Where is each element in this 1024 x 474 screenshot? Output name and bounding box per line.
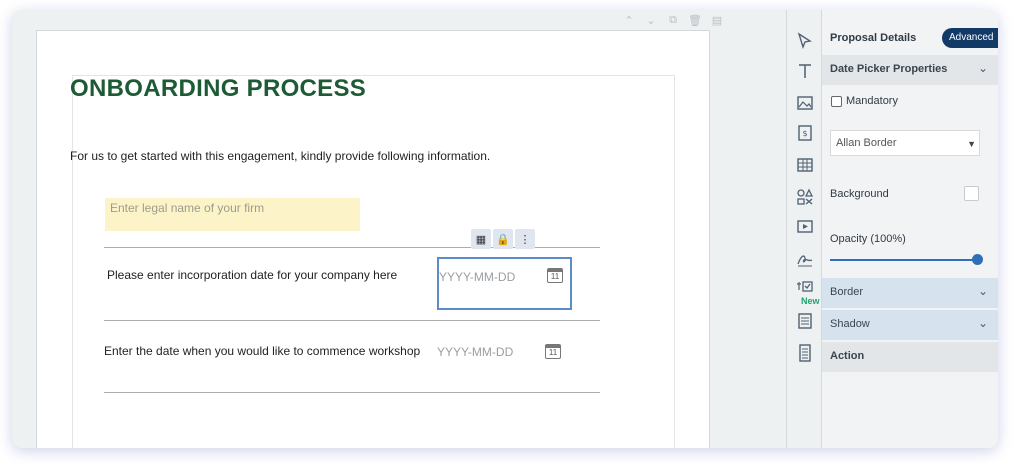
svg-text:$: $	[802, 129, 807, 138]
opacity-slider[interactable]	[830, 259, 980, 261]
commence-date-label: Enter the date when you would like to co…	[104, 344, 421, 358]
element-mini-toolbar: ▦ 🔒 ⋮	[471, 229, 535, 249]
lock-icon[interactable]: 🔒	[493, 229, 513, 249]
delete-icon[interactable]: 🗑	[688, 14, 702, 27]
divider	[104, 320, 600, 321]
shadow-section[interactable]: Shadow ⌄	[822, 310, 998, 340]
section-label: Border	[830, 286, 864, 298]
panel-header: Proposal Details Advanced	[822, 24, 998, 52]
border-style-select[interactable]: Allan Border ▼	[830, 130, 980, 156]
file-icon[interactable]: ▤	[710, 14, 724, 27]
text-icon[interactable]	[796, 62, 814, 80]
commence-date-picker[interactable]: YYYY-MM-DD	[437, 345, 513, 359]
incorporation-date-label: Please enter incorporation date for your…	[107, 268, 398, 282]
calendar-icon[interactable]: 11	[547, 268, 563, 283]
more-options-icon[interactable]: ⋮	[515, 229, 535, 249]
firm-name-input[interactable]: Enter legal name of your firm	[105, 198, 360, 231]
opacity-slider-handle[interactable]	[972, 254, 983, 265]
pricing-icon[interactable]: $	[796, 124, 814, 142]
fields-icon[interactable]	[796, 312, 814, 330]
advanced-button[interactable]: Advanced	[942, 28, 998, 48]
properties-panel: Proposal Details Advanced Date Picker Pr…	[822, 10, 998, 448]
calendar-icon[interactable]: 11	[545, 344, 561, 359]
chevron-down-icon[interactable]: ⌄	[978, 61, 988, 75]
table-icon[interactable]	[796, 156, 814, 174]
caret-down-icon: ▼	[967, 139, 976, 149]
intro-text: For us to get started with this engageme…	[70, 149, 491, 163]
video-icon[interactable]	[796, 218, 814, 236]
mandatory-checkbox[interactable]	[831, 95, 842, 107]
chevron-down-icon[interactable]: ⌄	[978, 284, 988, 298]
move-down-icon[interactable]: ⌄	[644, 14, 658, 27]
date-picker-properties-section[interactable]: Date Picker Properties ⌄	[822, 55, 998, 85]
mandatory-label: Mandatory	[846, 95, 898, 107]
background-label: Background	[830, 188, 889, 200]
page-title: ONBOARDING PROCESS	[70, 75, 367, 102]
section-label: Shadow	[830, 318, 870, 330]
element-icon-rail: $ New	[786, 10, 822, 448]
opacity-label: Opacity (100%)	[830, 233, 906, 245]
panel-title: Proposal Details	[830, 32, 917, 44]
action-section[interactable]: Action	[822, 342, 998, 372]
date-placeholder: YYYY-MM-DD	[439, 270, 516, 284]
signature-icon[interactable]	[796, 250, 814, 268]
mandatory-option[interactable]: Mandatory	[831, 95, 898, 107]
shapes-icon[interactable]	[796, 188, 814, 206]
document-page: ONBOARDING PROCESS For us to get started…	[36, 30, 710, 448]
copy-icon[interactable]: ⧉	[666, 14, 680, 27]
chevron-down-icon[interactable]: ⌄	[978, 316, 988, 330]
incorporation-date-picker[interactable]: YYYY-MM-DD 11	[437, 257, 572, 310]
image-icon[interactable]	[796, 94, 814, 112]
border-section[interactable]: Border ⌄	[822, 278, 998, 308]
section-label: Date Picker Properties	[830, 63, 948, 75]
move-up-icon[interactable]: ⌃	[622, 14, 636, 27]
table-icon[interactable]: ▦	[471, 229, 491, 249]
new-badge: New	[801, 296, 820, 306]
document-toolbar: ⌃ ⌄ ⧉ 🗑 ▤	[622, 14, 724, 27]
app-frame: ⌃ ⌄ ⧉ 🗑 ▤ ONBOARDING PROCESS For us to g…	[12, 10, 998, 448]
form-icon[interactable]	[796, 344, 814, 362]
cursor-icon[interactable]	[796, 32, 814, 50]
divider	[104, 392, 600, 393]
section-label: Action	[830, 350, 865, 362]
background-color-swatch[interactable]	[964, 186, 979, 201]
select-value: Allan Border	[836, 137, 897, 149]
